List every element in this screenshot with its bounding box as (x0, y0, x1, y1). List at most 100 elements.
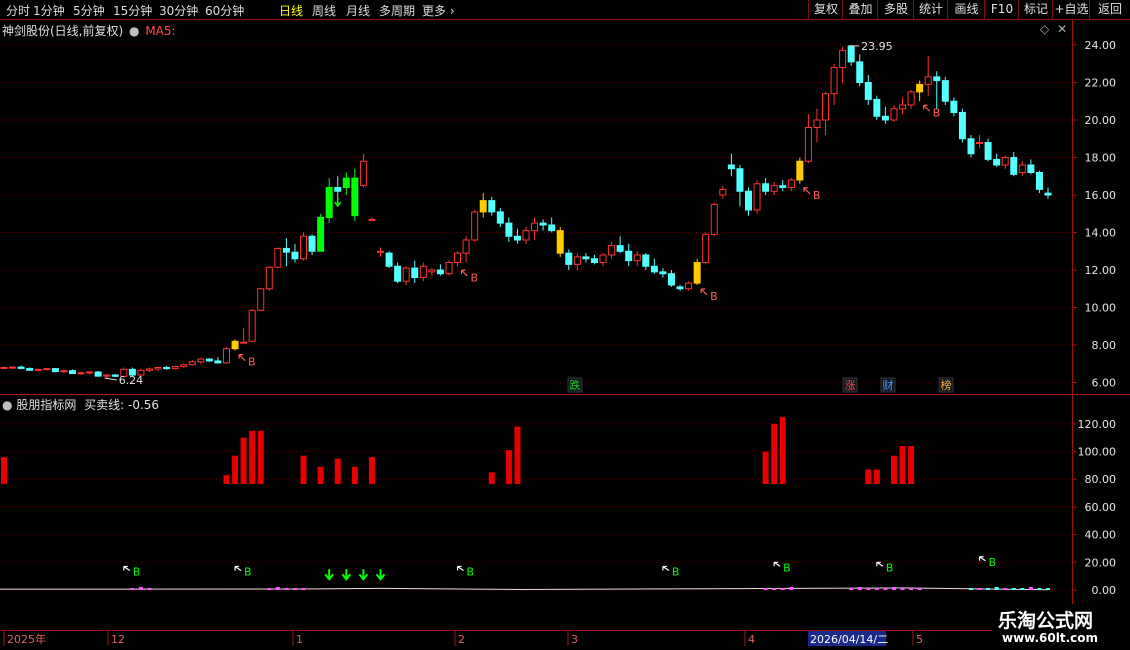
indicator-bar[interactable] (890, 455, 897, 484)
candle-body[interactable] (248, 309, 256, 342)
candle-body[interactable] (368, 218, 376, 221)
indicator-bar[interactable] (351, 466, 358, 484)
candle-body[interactable] (950, 100, 958, 113)
candle-body[interactable] (34, 368, 42, 371)
candle-body[interactable] (385, 252, 393, 267)
candle-body[interactable] (625, 250, 633, 262)
candle-body[interactable] (796, 160, 804, 181)
candle-body[interactable] (565, 252, 573, 265)
indicator-bar[interactable] (317, 466, 324, 484)
timeframe-3[interactable]: 15分钟 (113, 2, 152, 19)
candle-body[interactable] (890, 108, 898, 121)
candle-body[interactable] (334, 187, 342, 192)
toolbar-button-7[interactable]: +自选 (1052, 0, 1090, 19)
candle-body[interactable] (548, 224, 556, 232)
candle-body[interactable] (377, 250, 385, 253)
candle-body[interactable] (924, 76, 932, 85)
candle-body[interactable] (471, 211, 479, 241)
candle-body[interactable] (899, 104, 907, 110)
candle-body[interactable] (325, 187, 333, 218)
candle-body[interactable] (505, 222, 513, 237)
stock-title[interactable]: 神剑股份(日线,前复权) (2, 24, 123, 38)
indicator-bar[interactable] (779, 416, 786, 484)
candle-body[interactable] (719, 188, 727, 196)
candle-body[interactable] (436, 269, 444, 275)
candle-body[interactable] (205, 358, 213, 362)
candle-body[interactable] (462, 239, 470, 254)
candle-body[interactable] (359, 160, 367, 187)
candle-body[interactable] (1010, 157, 1018, 175)
candle-body[interactable] (308, 235, 316, 252)
candle-body[interactable] (9, 366, 17, 369)
candle-body[interactable] (830, 67, 838, 95)
candle-body[interactable] (222, 348, 230, 364)
candle-body[interactable] (257, 288, 265, 311)
timeframe-4[interactable]: 30分钟 (159, 2, 198, 19)
toolbar-button-5[interactable]: F10 (984, 0, 1019, 19)
candle-body[interactable] (60, 370, 68, 373)
indicator-title[interactable]: 股朋指标网 (16, 398, 76, 412)
toolbar-button-8[interactable]: 返回 (1089, 0, 1130, 19)
timeframe-5[interactable]: 60分钟 (205, 2, 244, 19)
candle-body[interactable] (274, 247, 282, 268)
candle-body[interactable] (291, 251, 299, 260)
candle-body[interactable] (787, 179, 795, 188)
indicator-settings-icon[interactable]: ● (2, 398, 12, 412)
candle-body[interactable] (804, 127, 812, 162)
cross-icon[interactable]: ✕ (1057, 22, 1067, 36)
candle-body[interactable] (300, 235, 308, 260)
candle-body[interactable] (710, 203, 718, 235)
timeframe-1[interactable]: 1分钟 (33, 2, 65, 19)
candle-body[interactable] (753, 183, 761, 211)
candle-body[interactable] (26, 367, 34, 371)
candle-body[interactable] (822, 93, 830, 121)
candle-body[interactable] (531, 222, 539, 232)
candle-body[interactable] (599, 254, 607, 263)
indicator-bar[interactable] (240, 437, 247, 484)
candle-body[interactable] (111, 374, 119, 377)
candle-body[interactable] (573, 256, 581, 265)
timeframe-0[interactable]: 分时 (6, 2, 30, 19)
candle-body[interactable] (163, 367, 171, 370)
candle-body[interactable] (214, 360, 222, 364)
indicator-bar[interactable] (505, 450, 512, 484)
candle-body[interactable] (317, 217, 325, 252)
candle-body[interactable] (616, 245, 624, 252)
timeframe-6[interactable]: 日线 (279, 2, 303, 19)
timeframe-8[interactable]: 月线 (346, 2, 370, 19)
timeframe-2[interactable]: 5分钟 (73, 2, 105, 19)
toolbar-button-2[interactable]: 多股 (877, 0, 914, 19)
candle-body[interactable] (813, 119, 821, 128)
candle-body[interactable] (154, 367, 162, 370)
toolbar-button-4[interactable]: 画线 (947, 0, 985, 19)
candle-body[interactable] (642, 254, 650, 267)
timeframe-7[interactable]: 周线 (312, 2, 336, 19)
candle-body[interactable] (103, 374, 111, 377)
indicator-bar[interactable] (300, 455, 307, 484)
candle-body[interactable] (993, 158, 1001, 166)
indicator-bar[interactable] (873, 469, 880, 484)
indicator-bar[interactable] (368, 457, 375, 484)
toolbar-button-0[interactable]: 复权 (808, 0, 843, 19)
candle-body[interactable] (676, 286, 684, 290)
candle-body[interactable] (736, 168, 744, 192)
candle-body[interactable] (1044, 192, 1052, 196)
candle-body[interactable] (479, 200, 487, 213)
indicator-bar[interactable] (257, 430, 264, 484)
candle-body[interactable] (556, 230, 564, 254)
candle-body[interactable] (693, 262, 701, 284)
candle-body[interactable] (231, 340, 239, 350)
candle-body[interactable] (240, 341, 248, 344)
candle-body[interactable] (967, 138, 975, 155)
candle-body[interactable] (1018, 164, 1026, 173)
candle-body[interactable] (282, 247, 290, 253)
candle-body[interactable] (762, 183, 770, 192)
indicator-bar[interactable] (1, 457, 7, 484)
candle-body[interactable] (188, 361, 196, 366)
candle-body[interactable] (488, 200, 496, 213)
indicator-bar[interactable] (908, 446, 915, 484)
candle-body[interactable] (984, 142, 992, 160)
more-menu-button[interactable]: 更多 › (422, 2, 455, 19)
candle-body[interactable] (650, 265, 658, 273)
candle-body[interactable] (445, 262, 453, 275)
